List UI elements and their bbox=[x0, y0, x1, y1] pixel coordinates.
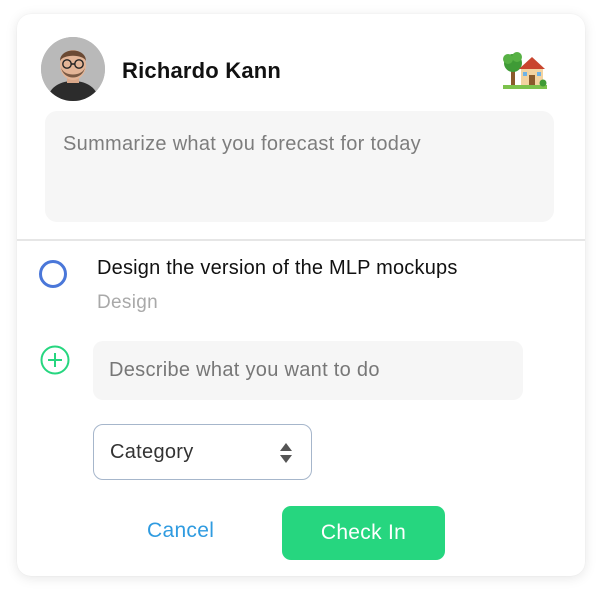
cancel-button[interactable]: Cancel bbox=[147, 519, 214, 543]
category-select-label: Category bbox=[110, 441, 194, 463]
divider bbox=[17, 239, 585, 241]
house-with-garden-icon bbox=[503, 52, 547, 89]
task-category: Design bbox=[97, 292, 158, 313]
avatar bbox=[41, 37, 105, 101]
circle-outline-icon[interactable] bbox=[39, 260, 67, 288]
user-avatar-photo bbox=[41, 37, 105, 101]
describe-task-input[interactable] bbox=[93, 341, 523, 400]
category-select[interactable]: Category bbox=[93, 424, 312, 480]
task-title: Design the version of the MLP mockups bbox=[97, 257, 458, 279]
user-name: Richardo Kann bbox=[122, 58, 282, 83]
sort-arrows-icon bbox=[280, 443, 292, 463]
check-in-button[interactable]: Check In bbox=[282, 506, 445, 560]
forecast-input[interactable] bbox=[45, 111, 554, 222]
plus-circle-icon[interactable] bbox=[39, 344, 71, 376]
check-in-card: Richardo Kann Design the version of the … bbox=[17, 14, 585, 576]
